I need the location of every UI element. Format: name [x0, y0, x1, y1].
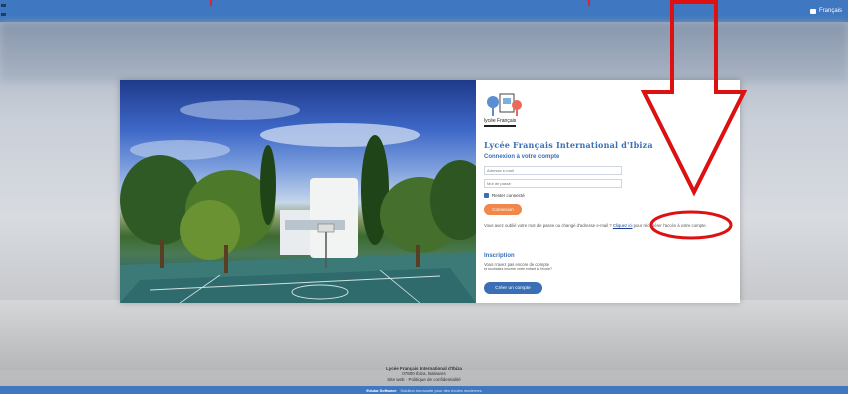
create-account-button[interactable]: Créer un compte	[484, 282, 542, 294]
school-photo	[120, 80, 476, 303]
password-input[interactable]	[484, 179, 622, 188]
forgot-text-before: Vous avez oublié votre mot de passe ou c…	[484, 223, 613, 228]
flag-icon	[809, 8, 816, 14]
arrow-annotation	[640, 0, 748, 197]
decorative-mark	[588, 0, 590, 6]
connexion-title: Connexion à votre compte	[484, 154, 560, 160]
remember-label: Rester connecté	[492, 193, 525, 198]
signup-line2: et souhaitez inscrire votre enfant à l'é…	[484, 267, 553, 271]
language-label: Français	[818, 8, 842, 14]
school-name: Lycée Français International d'Ibiza	[484, 140, 653, 150]
decorative-mark	[210, 0, 212, 6]
email-input[interactable]	[484, 166, 622, 175]
footer-links[interactable]: Site web · Politique de confidentialité	[387, 377, 461, 383]
language-selector[interactable]: Français	[809, 8, 842, 14]
logo-caption: lycée Français	[484, 118, 517, 127]
ellipse-annotation	[649, 210, 733, 240]
footer-tagline: Solution innovante pour des écoles moder…	[400, 387, 482, 393]
connect-button[interactable]: Connexion	[484, 204, 522, 215]
footer-brand[interactable]: Eduka Software	[366, 388, 396, 393]
background-blur	[0, 300, 848, 370]
footer-bar: Eduka Software Solution innovante pour d…	[0, 386, 848, 394]
remember-me[interactable]: Rester connecté	[484, 193, 525, 198]
menu-icon[interactable]	[0, 2, 8, 18]
checkbox-icon[interactable]	[484, 193, 489, 198]
forgot-password-link[interactable]: Cliquez ici	[613, 223, 633, 228]
signup-title: Inscription	[484, 253, 515, 259]
footer-info: Lycée Français International d'Ibiza 078…	[0, 362, 848, 386]
